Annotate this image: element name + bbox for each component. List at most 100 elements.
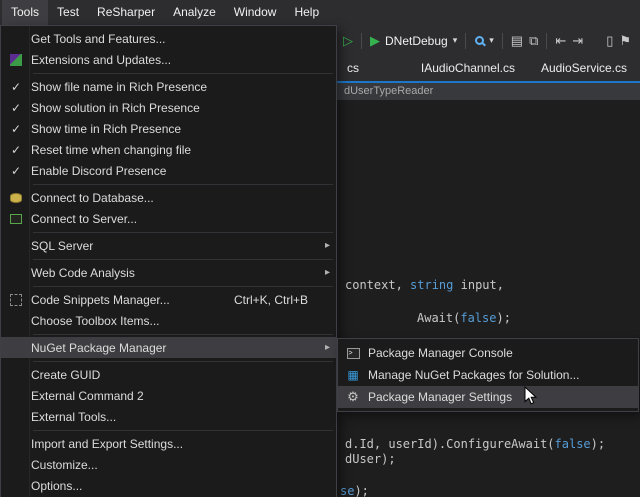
code-line: context, string input, xyxy=(345,278,504,292)
visual-studio-window: Tools Test ReSharper Analyze Window Help… xyxy=(0,0,640,497)
check-icon: ✓ xyxy=(11,164,21,178)
submenu-item-label: Package Manager Console xyxy=(368,346,632,360)
submenu-item-manage-nuget-packages-for-solution[interactable]: ▦ Manage NuGet Packages for Solution... xyxy=(338,364,638,386)
submenu-arrow-icon: ▸ xyxy=(318,240,330,251)
code-line: Await(false); xyxy=(417,311,511,325)
menu-separator xyxy=(33,361,333,362)
menu-item-label: Connect to Server... xyxy=(31,212,330,226)
menu-bar: Tools Test ReSharper Analyze Window Help xyxy=(0,0,640,25)
menu-item-connect-to-database[interactable]: Connect to Database... xyxy=(1,187,336,208)
outdent-icon[interactable]: ⇤ xyxy=(555,34,566,47)
menu-separator xyxy=(33,73,333,74)
document-tab-iaudiochannel[interactable]: IAudioChannel.cs xyxy=(408,56,528,81)
menubar-item-resharper[interactable]: ReSharper xyxy=(88,0,164,25)
menu-item-label: Enable Discord Presence xyxy=(31,164,330,178)
menu-item-enable-discord-presence[interactable]: ✓ Enable Discord Presence xyxy=(1,160,336,181)
menu-item-label: NuGet Package Manager xyxy=(31,341,318,355)
check-icon: ✓ xyxy=(11,101,21,115)
menu-item-reset-time-when-changing-file[interactable]: ✓ Reset time when changing file xyxy=(1,139,336,160)
magnifier-icon[interactable] xyxy=(475,36,484,45)
menubar-item-analyze[interactable]: Analyze xyxy=(164,0,225,25)
document-tab[interactable]: cs xyxy=(339,56,408,81)
gear-icon: ⚙ xyxy=(347,389,359,405)
menu-separator xyxy=(33,232,333,233)
indent-icon[interactable]: ⇥ xyxy=(572,34,583,47)
menu-item-label: Import and Export Settings... xyxy=(31,437,330,451)
toolbar-right-group: ▯ ⚑ xyxy=(603,34,634,47)
menu-separator xyxy=(33,334,333,335)
submenu-item-label: Package Manager Settings xyxy=(368,390,632,404)
menu-item-label: Options... xyxy=(31,479,330,493)
document-tab-audioservice[interactable]: AudioService.cs xyxy=(528,56,640,81)
menu-item-create-guid[interactable]: Create GUID xyxy=(1,364,336,385)
copy-window-icon[interactable]: ⧉ xyxy=(529,34,538,47)
extensions-icon xyxy=(10,54,22,66)
submenu-arrow-icon: ▸ xyxy=(318,342,330,353)
menu-item-label: Extensions and Updates... xyxy=(31,53,330,67)
packages-icon: ▦ xyxy=(347,368,358,382)
menu-separator xyxy=(33,259,333,260)
check-icon: ✓ xyxy=(11,143,21,157)
snippets-icon xyxy=(10,294,22,306)
toolbar-separator xyxy=(502,33,503,49)
start-debugging-icon[interactable]: ▶ xyxy=(370,34,380,47)
menu-item-web-code-analysis[interactable]: Web Code Analysis ▸ xyxy=(1,262,336,283)
code-line: d.Id, userId).ConfigureAwait(false); xyxy=(345,437,605,451)
tools-menu: Get Tools and Features... Extensions and… xyxy=(0,25,337,497)
menu-item-code-snippets-manager[interactable]: Code Snippets Manager... Ctrl+K, Ctrl+B xyxy=(1,289,336,310)
menubar-item-help[interactable]: Help xyxy=(285,0,328,25)
window-icon[interactable]: ▤ xyxy=(511,34,523,47)
server-icon xyxy=(10,214,22,224)
menu-item-external-tools[interactable]: External Tools... xyxy=(1,406,336,427)
menu-item-show-time-in-rich-presence[interactable]: ✓ Show time in Rich Presence xyxy=(1,118,336,139)
menu-separator xyxy=(33,430,333,431)
menu-item-show-solution-in-rich-presence[interactable]: ✓ Show solution in Rich Presence xyxy=(1,97,336,118)
menu-item-options[interactable]: Options... xyxy=(1,475,336,496)
menu-item-sql-server[interactable]: SQL Server ▸ xyxy=(1,235,336,256)
menu-item-choose-toolbox-items[interactable]: Choose Toolbox Items... xyxy=(1,310,336,331)
start-without-debugging-icon[interactable]: ▷ xyxy=(343,34,353,47)
check-icon: ✓ xyxy=(11,122,21,136)
check-icon: ✓ xyxy=(11,80,21,94)
menu-item-label: Customize... xyxy=(31,458,330,472)
menu-separator xyxy=(33,184,333,185)
menu-item-import-and-export-settings[interactable]: Import and Export Settings... xyxy=(1,433,336,454)
menu-item-label: SQL Server xyxy=(31,239,318,253)
menu-item-label: Get Tools and Features... xyxy=(31,32,330,46)
menu-item-label: Web Code Analysis xyxy=(31,266,318,280)
menubar-item-test[interactable]: Test xyxy=(48,0,88,25)
submenu-item-package-manager-console[interactable]: > Package Manager Console xyxy=(338,342,638,364)
bookmark-icon[interactable]: ▯ xyxy=(606,34,613,47)
submenu-item-label: Manage NuGet Packages for Solution... xyxy=(368,368,632,382)
toolbar-separator xyxy=(465,33,466,49)
menu-item-label: External Command 2 xyxy=(31,389,330,403)
menu-item-get-tools-and-features[interactable]: Get Tools and Features... xyxy=(1,28,336,49)
flag-icon[interactable]: ⚑ xyxy=(619,34,631,47)
menu-item-show-file-name-in-rich-presence[interactable]: ✓ Show file name in Rich Presence xyxy=(1,76,336,97)
menu-item-label: Reset time when changing file xyxy=(31,143,330,157)
menubar-item-window[interactable]: Window xyxy=(225,0,286,25)
menu-item-customize[interactable]: Customize... xyxy=(1,454,336,475)
debug-target-dropdown[interactable]: DNetDebug xyxy=(385,34,448,48)
nuget-package-manager-submenu: > Package Manager Console ▦ Manage NuGet… xyxy=(337,338,639,412)
menu-item-external-command-2[interactable]: External Command 2 xyxy=(1,385,336,406)
submenu-item-package-manager-settings[interactable]: ⚙ Package Manager Settings xyxy=(338,386,638,408)
menu-item-connect-to-server[interactable]: Connect to Server... xyxy=(1,208,336,229)
console-icon: > xyxy=(347,348,360,359)
code-line: dUser); xyxy=(345,452,396,466)
menu-item-label: Show solution in Rich Presence xyxy=(31,101,330,115)
menu-item-label: Connect to Database... xyxy=(31,191,330,205)
menu-item-label: Choose Toolbox Items... xyxy=(31,314,330,328)
chevron-down-icon[interactable]: ▾ xyxy=(489,36,494,45)
submenu-arrow-icon: ▸ xyxy=(318,267,330,278)
toolbar-separator xyxy=(361,33,362,49)
mouse-cursor xyxy=(524,386,538,406)
menu-item-extensions-and-updates[interactable]: Extensions and Updates... xyxy=(1,49,336,70)
menu-item-shortcut: Ctrl+K, Ctrl+B xyxy=(234,293,308,307)
menubar-item-tools[interactable]: Tools xyxy=(2,0,48,25)
menu-separator xyxy=(33,286,333,287)
code-line: se); xyxy=(340,484,369,497)
chevron-down-icon[interactable]: ▾ xyxy=(453,36,458,45)
navbar-member-label: dUserTypeReader xyxy=(344,85,433,97)
menu-item-nuget-package-manager[interactable]: NuGet Package Manager ▸ xyxy=(1,337,336,358)
